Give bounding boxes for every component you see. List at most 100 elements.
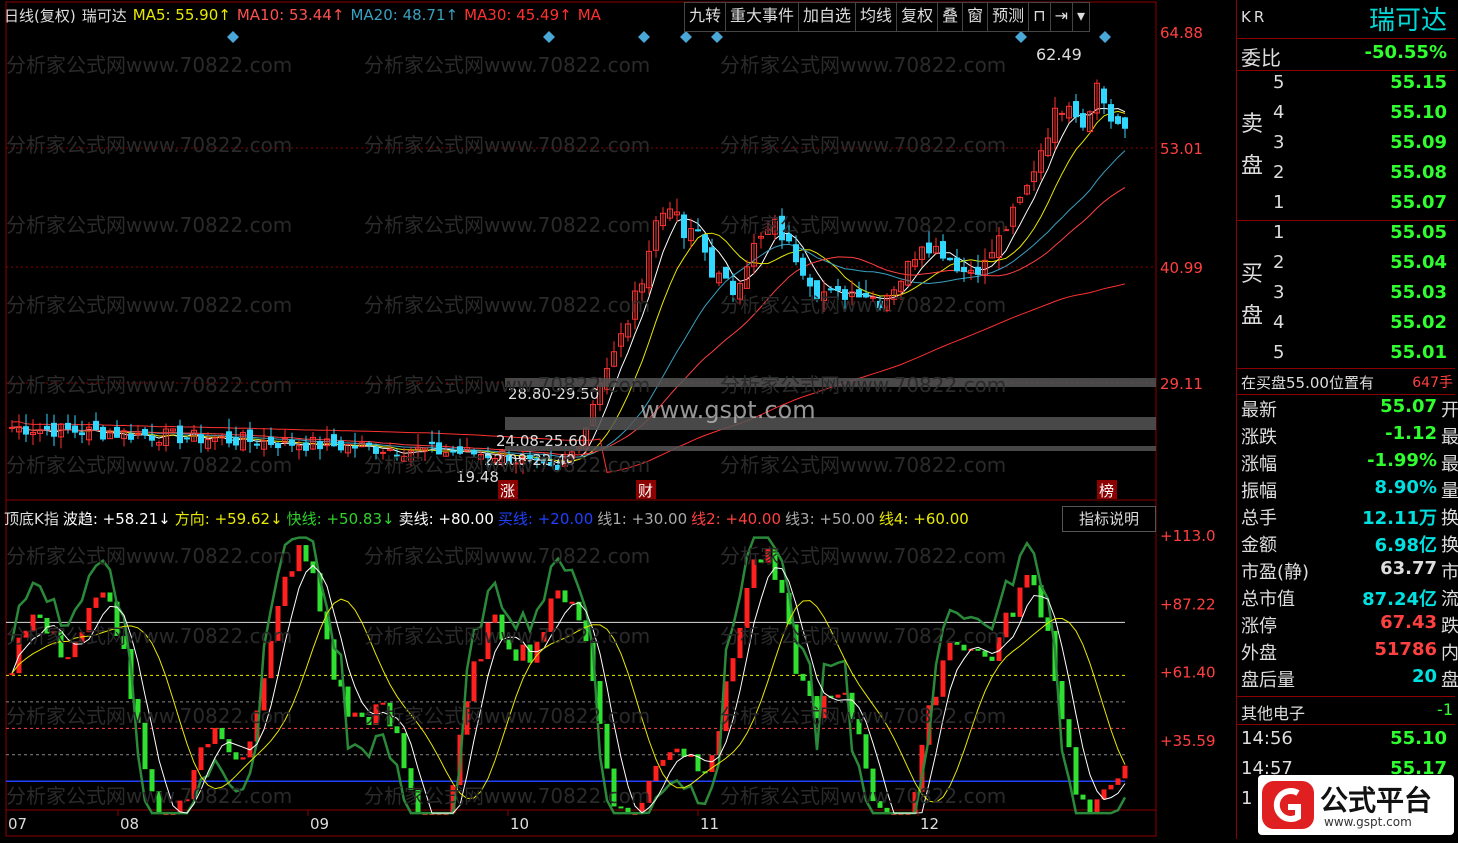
stat-side-label: 最 <box>1441 427 1458 448</box>
dropdown-icon[interactable]: ▾ <box>1073 3 1089 31</box>
sell-price: 55.15 <box>1390 72 1447 93</box>
candle-body <box>317 441 323 450</box>
indicator-bar <box>800 673 806 681</box>
adjust-button[interactable]: 复权 <box>897 3 939 31</box>
indicator-bar <box>198 747 204 771</box>
stat-side-label: 跌 <box>1441 616 1458 637</box>
lock-icon[interactable]: ⊓ <box>1029 3 1051 31</box>
weibi-row: 委比 -50.55% <box>1237 42 1453 70</box>
buy-level: 2 <box>1273 252 1285 273</box>
candle-body <box>793 244 799 263</box>
candle-body <box>184 437 190 440</box>
indicator-bar <box>352 712 358 717</box>
background-watermark: 分析家公式网www.70822.com <box>720 704 1006 728</box>
add-watchlist-button[interactable]: 加自选 <box>799 3 857 31</box>
window-button[interactable]: 窗 <box>963 3 989 31</box>
chart-area[interactable]: 64.88 53.01 40.99 29.11 28.80-29.50 24.08-25.… <box>0 0 1236 839</box>
event-diamond-icon <box>227 31 239 43</box>
buy-level-row: 3 55.03 <box>1237 282 1453 310</box>
date-axis-label: 10 <box>510 815 529 833</box>
stat-value: 55.07 <box>1380 396 1437 417</box>
stat-value: 8.90% <box>1374 477 1437 498</box>
indicator-bar <box>65 657 71 660</box>
background-watermark: 分析家公式网www.70822.com <box>720 133 1006 157</box>
stat-row: 金额 6.98亿换 <box>1237 531 1458 559</box>
candle-body <box>79 432 85 436</box>
indicator-help-button[interactable]: 指标说明 <box>1062 506 1156 532</box>
stat-row: 涨停 67.43 跌 <box>1237 612 1458 640</box>
sector-row: 其他电子 -1 <box>1237 698 1453 726</box>
indicator-bar <box>569 601 575 604</box>
support-zone <box>505 417 1156 430</box>
indicator-bar <box>989 656 995 661</box>
candle-body <box>275 442 281 449</box>
indicator-bar <box>205 744 211 748</box>
indicator-name[interactable]: 顶底K指 <box>4 508 59 529</box>
jiuzhuan-button[interactable]: 九转 <box>685 3 727 31</box>
stat-side-label: 量 <box>1441 481 1458 502</box>
indicator-bar <box>1024 574 1030 588</box>
background-watermark: 分析家公式网www.70822.com <box>6 544 292 568</box>
background-watermark: 分析家公式网www.70822.com <box>720 784 1006 808</box>
logo-url: www.gspt.com <box>1324 815 1412 829</box>
stat-value: 87.24亿 <box>1362 589 1437 610</box>
background-watermark: 分析家公式网www.70822.com <box>364 213 650 237</box>
indicator-bar <box>513 649 519 661</box>
kline-chart[interactable]: 64.8853.0140.9929.1128.80-29.5024.08-25.… <box>0 0 1236 839</box>
stock-code: KR <box>1241 8 1268 26</box>
candle-body <box>128 433 134 440</box>
indicator-axis-label: +113.0 <box>1160 527 1216 545</box>
indicator-bar <box>1115 778 1121 785</box>
indicator-header: 顶底K指 波趋: +58.21↓ 方向: +59.62↓ 快线: +50.83↓… <box>4 507 969 529</box>
stat-value: 12.11万 <box>1362 508 1437 529</box>
indicator-bar <box>226 739 232 753</box>
indicator-item: 方向: +59.62↓ <box>174 509 283 528</box>
indicator-item: 线1: +30.00 <box>597 509 688 528</box>
stat-label: 涨跌 <box>1241 427 1277 448</box>
sell-price: 55.08 <box>1390 162 1447 183</box>
ma-button[interactable]: 均线 <box>856 3 898 31</box>
stat-side-label: 开 <box>1441 400 1458 421</box>
indicator-bar <box>233 752 239 760</box>
sell-level: 1 <box>1273 192 1285 213</box>
indicator-item: 线4: +60.00 <box>878 509 969 528</box>
event-tag: 榜 <box>1099 482 1114 500</box>
fast-line <box>10 536 1127 815</box>
background-watermark: 分析家公式网www.70822.com <box>364 293 650 317</box>
price-axis-label: 29.11 <box>1160 375 1203 393</box>
indicator-bar <box>1080 794 1086 800</box>
stat-label: 涨停 <box>1241 616 1277 637</box>
period-label[interactable]: 日线(复权) <box>4 5 76 26</box>
indicator-bar <box>1094 799 1100 814</box>
indicator-bar <box>1010 612 1016 617</box>
buy-price: 55.03 <box>1390 282 1447 303</box>
buy-level: 5 <box>1273 342 1285 363</box>
candle-body <box>352 445 358 449</box>
background-watermark: 分析家公式网www.70822.com <box>364 624 650 648</box>
candle-body <box>681 214 687 239</box>
background-watermark: 分析家公式网www.70822.com <box>364 453 650 477</box>
sector-name[interactable]: 其他电子 <box>1241 700 1305 724</box>
stat-row: 总市值 87.24亿流 <box>1237 585 1458 613</box>
sell-level: 4 <box>1273 102 1285 123</box>
sell-price: 55.10 <box>1390 102 1447 123</box>
forecast-button[interactable]: 预测 <box>988 3 1030 31</box>
tick-row: 14:56 55.10 <box>1237 728 1453 756</box>
events-button[interactable]: 重大事件 <box>726 3 800 31</box>
indicator-item: 快线: +50.83↓ <box>286 509 395 528</box>
background-watermark: 分析家公式网www.70822.com <box>720 213 1006 237</box>
stat-side-label: 流 <box>1441 589 1458 610</box>
stat-label: 最新 <box>1241 400 1277 421</box>
stat-row: 涨幅 -1.99% 最 <box>1237 450 1458 478</box>
indicator-bars <box>9 545 1128 816</box>
stat-row: 总手 12.11万换 <box>1237 504 1458 532</box>
jump-end-icon[interactable]: ⇥ <box>1051 3 1074 31</box>
overlay-button[interactable]: 叠 <box>938 3 964 31</box>
candle-body <box>940 241 946 259</box>
candle-body <box>450 450 456 453</box>
stat-row: 振幅 8.90% 量 <box>1237 477 1458 505</box>
candle-body <box>1115 116 1121 124</box>
indicator-bar <box>1108 784 1114 790</box>
background-watermark: 分析家公式网www.70822.com <box>6 704 292 728</box>
candle-body <box>1073 101 1079 118</box>
